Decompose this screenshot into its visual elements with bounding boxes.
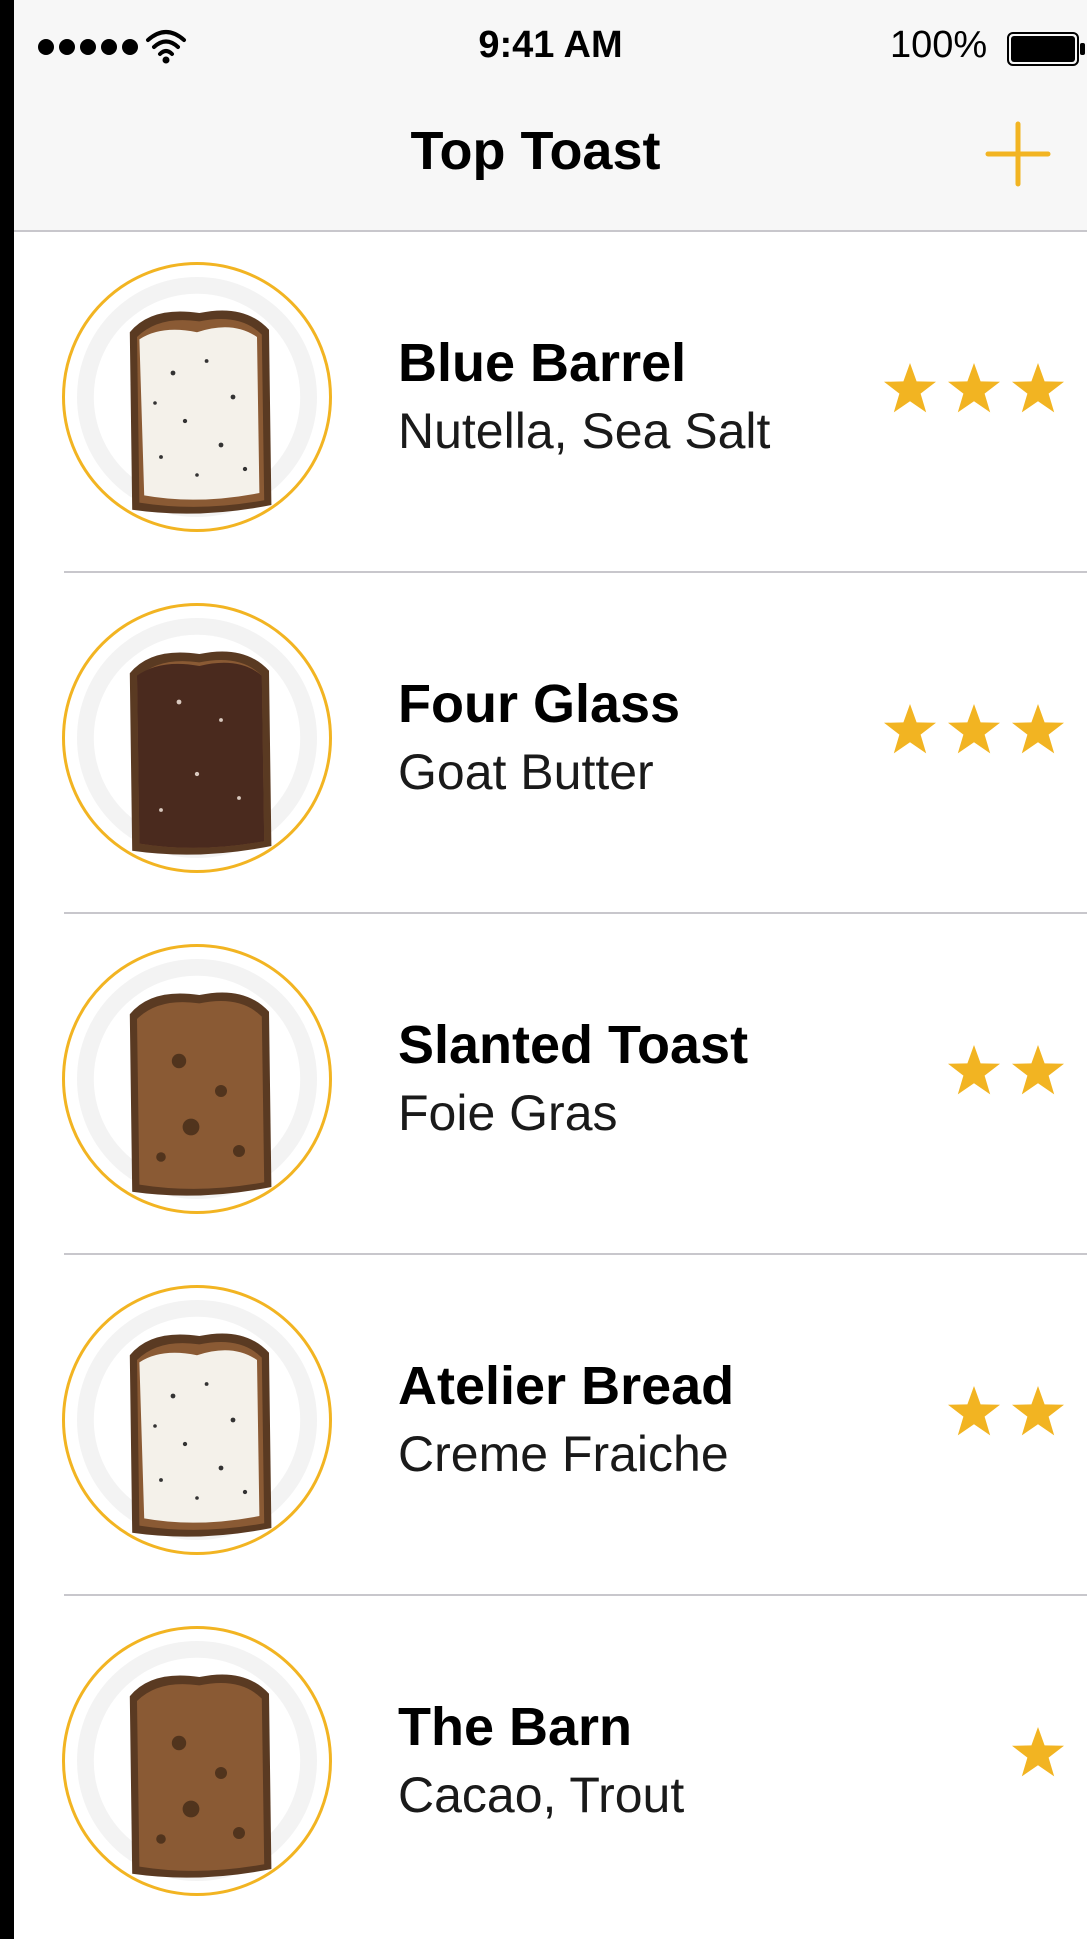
status-bar: 9:41 AM 100% xyxy=(14,0,1087,96)
rating-stars xyxy=(945,1042,1067,1100)
rating-stars xyxy=(945,1383,1067,1441)
list-item[interactable]: Atelier Bread Creme Fraiche xyxy=(14,1255,1087,1596)
toast-photo xyxy=(62,1285,332,1555)
rating-stars xyxy=(1009,1724,1067,1782)
list-item[interactable]: The Barn Cacao, Trout xyxy=(14,1596,1087,1937)
item-title: Four Glass xyxy=(398,674,681,734)
star-icon xyxy=(948,704,1000,754)
toast-photo xyxy=(62,944,332,1214)
toast-photo xyxy=(62,603,332,873)
app-screen: 9:41 AM 100% Top Toast Blue Barrel Nutell… xyxy=(14,0,1087,1939)
rating-stars xyxy=(881,360,1067,418)
item-title: Blue Barrel xyxy=(398,333,687,393)
navigation-bar: Top Toast xyxy=(14,96,1087,232)
star-icon xyxy=(1012,363,1064,413)
star-icon xyxy=(1012,1386,1064,1436)
star-icon xyxy=(1012,1727,1064,1777)
battery-icon xyxy=(1007,32,1085,66)
star-icon xyxy=(884,704,936,754)
item-subtitle: Foie Gras xyxy=(398,1085,618,1141)
item-title: Slanted Toast xyxy=(398,1015,749,1075)
star-icon xyxy=(1012,1045,1064,1095)
star-icon xyxy=(948,1386,1000,1436)
list-item[interactable]: Four Glass Goat Butter xyxy=(14,573,1087,914)
star-icon xyxy=(948,363,1000,413)
page-title: Top Toast xyxy=(410,121,661,181)
toast-list: Blue Barrel Nutella, Sea Salt Four Glass Go… xyxy=(14,232,1087,1937)
item-title: The Barn xyxy=(398,1697,633,1757)
item-subtitle: Nutella, Sea Salt xyxy=(398,403,771,459)
plus-icon[interactable] xyxy=(982,118,1054,190)
item-subtitle: Cacao, Trout xyxy=(398,1767,685,1823)
toast-photo xyxy=(62,262,332,532)
list-item[interactable]: Blue Barrel Nutella, Sea Salt xyxy=(14,232,1087,573)
rating-stars xyxy=(881,701,1067,759)
item-subtitle: Goat Butter xyxy=(398,744,654,800)
star-icon xyxy=(948,1045,1000,1095)
item-title: Atelier Bread xyxy=(398,1356,735,1416)
star-icon xyxy=(884,363,936,413)
item-subtitle: Creme Fraiche xyxy=(398,1426,729,1482)
star-icon xyxy=(1012,704,1064,754)
battery-percent: 100% xyxy=(890,24,988,66)
toast-photo xyxy=(62,1626,332,1896)
list-item[interactable]: Slanted Toast Foie Gras xyxy=(14,914,1087,1255)
